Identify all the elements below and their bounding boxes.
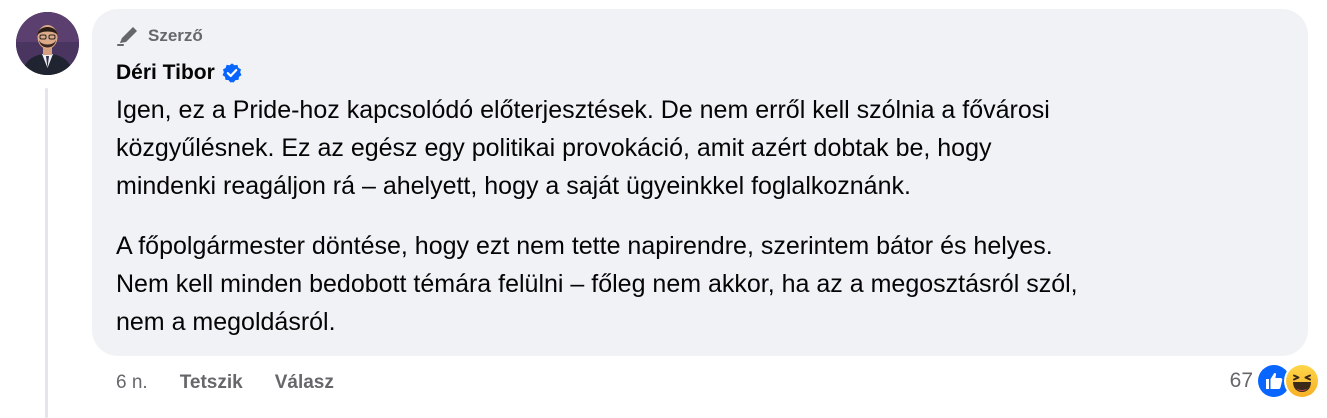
comment-text-line: közgyűlésnek. Ez az egész egy politikai …: [116, 134, 992, 162]
author-badge-label: Szerző: [148, 26, 203, 45]
comment-text-line: mindenki reagáljon rá – ahelyett, hogy a…: [116, 172, 911, 200]
comment-text-line: A főpolgármester döntése, hogy ezt nem t…: [116, 232, 1053, 260]
reactions-summary[interactable]: 67: [1230, 361, 1320, 401]
comment-text-line: Igen, ez a Pride-hoz kapcsolódó előterje…: [116, 96, 1050, 124]
haha-reaction-icon: [1284, 363, 1320, 399]
comment-text-line: nem a megoldásról.: [116, 308, 336, 336]
author-name[interactable]: Déri Tibor: [116, 61, 215, 85]
comment-timestamp[interactable]: 6 n.: [116, 372, 148, 394]
like-button[interactable]: Tetszik: [180, 372, 243, 394]
reaction-count: 67: [1229, 369, 1253, 392]
comment-author[interactable]: Déri Tibor: [116, 59, 243, 87]
comment-paragraph: A főpolgármester döntése, hogy ezt nem t…: [116, 227, 1286, 341]
comment-text-line: Nem kell minden bedobott témára felülni …: [116, 270, 1078, 298]
pen-icon: [117, 27, 137, 46]
comment-actions: 6 n. Tetszik Válasz: [116, 368, 334, 398]
profile-photo-icon: [16, 12, 79, 75]
verified-badge-icon: [222, 63, 242, 83]
thread-line: [45, 88, 48, 418]
reply-button[interactable]: Válasz: [275, 372, 334, 394]
comment-paragraph: Igen, ez a Pride-hoz kapcsolódó előterje…: [116, 91, 1286, 205]
avatar[interactable]: [16, 12, 79, 75]
author-badge: Szerző: [116, 25, 203, 47]
